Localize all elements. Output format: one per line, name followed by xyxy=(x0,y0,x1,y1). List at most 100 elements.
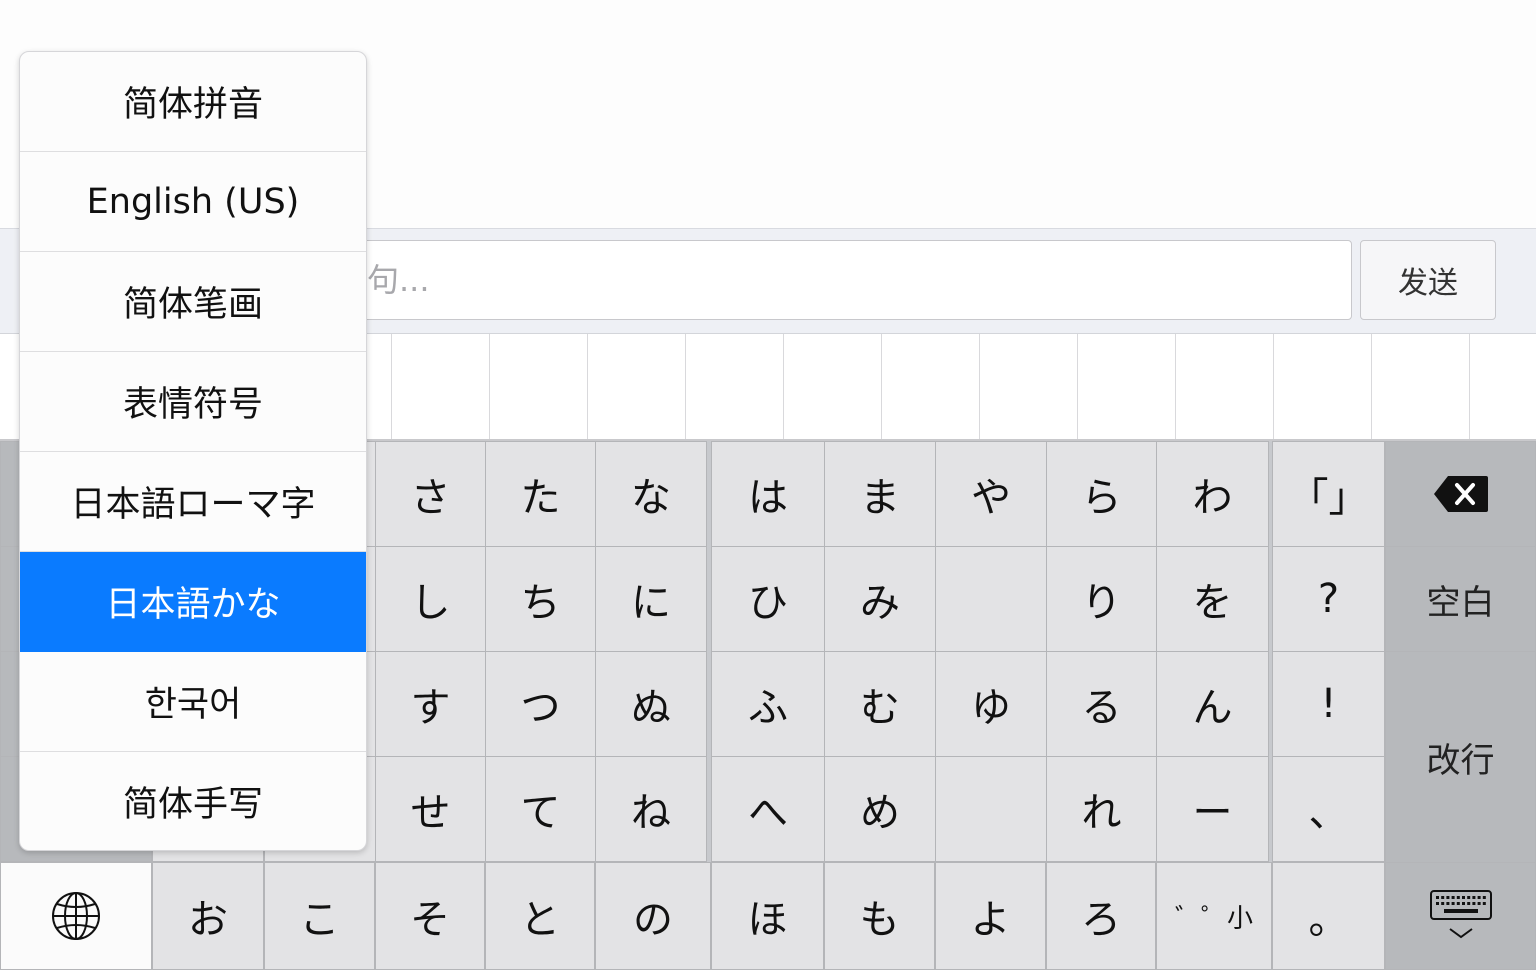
kana-key[interactable]: さ xyxy=(375,441,486,547)
kana-key[interactable]: に xyxy=(595,546,707,652)
key-label: さ xyxy=(410,475,451,521)
kana-key[interactable]: む xyxy=(824,651,936,757)
candidate-slot[interactable] xyxy=(686,334,784,439)
kana-key[interactable]: ほ xyxy=(711,862,824,970)
kana-key[interactable]: ん xyxy=(1156,651,1269,757)
kana-key[interactable]: 。 xyxy=(1272,862,1385,970)
key-label: に xyxy=(631,580,671,626)
kana-key[interactable]: ち xyxy=(485,546,596,652)
kana-key[interactable]: ゛゜小 xyxy=(1156,862,1272,970)
language-option[interactable]: 简体笔画 xyxy=(20,252,366,352)
kana-key[interactable]: よ xyxy=(935,862,1046,970)
candidate-slot[interactable] xyxy=(1274,334,1372,439)
input-placeholder: 句... xyxy=(367,261,430,299)
candidate-slot[interactable] xyxy=(392,334,490,439)
hide-keyboard-key[interactable] xyxy=(1385,862,1536,970)
kana-key[interactable]: み xyxy=(824,546,936,652)
kana-key[interactable]: な xyxy=(595,441,707,547)
send-button[interactable]: 发送 xyxy=(1360,240,1496,320)
kana-key[interactable]: ひ xyxy=(711,546,825,652)
key-label: り xyxy=(1081,580,1122,626)
kana-key[interactable]: て xyxy=(485,756,596,862)
candidate-slot[interactable] xyxy=(882,334,980,439)
globe-icon xyxy=(52,892,100,940)
kana-key[interactable]: そ xyxy=(375,862,485,970)
key-label: て xyxy=(520,790,561,836)
language-option[interactable]: 简体手写 xyxy=(20,752,366,850)
kana-key[interactable]: め xyxy=(824,756,936,862)
kana-key[interactable]: ら xyxy=(1046,441,1157,547)
kana-key[interactable]: お xyxy=(152,862,264,970)
candidate-slot[interactable] xyxy=(980,334,1078,439)
space-key[interactable]: 空白 xyxy=(1385,546,1536,652)
key-label: ゛゜小 xyxy=(1174,903,1253,934)
empty-key[interactable] xyxy=(935,546,1047,652)
key-label: ひ xyxy=(748,580,788,626)
kana-key[interactable]: や xyxy=(935,441,1047,547)
kana-key[interactable]: り xyxy=(1046,546,1157,652)
candidate-slot[interactable] xyxy=(784,334,882,439)
kana-key[interactable]: ー xyxy=(1156,756,1269,862)
candidate-slot[interactable] xyxy=(1176,334,1274,439)
kana-key[interactable]: ま xyxy=(824,441,936,547)
kana-key[interactable]: ふ xyxy=(711,651,825,757)
key-label: ら xyxy=(1081,475,1122,521)
kana-key[interactable]: ! xyxy=(1272,651,1385,757)
key-label: つ xyxy=(520,685,561,731)
candidate-slot[interactable] xyxy=(588,334,686,439)
backspace-icon xyxy=(1433,476,1488,512)
key-label: 。 xyxy=(1308,897,1349,943)
key-label: そ xyxy=(410,897,450,943)
return-key[interactable]: 改行 xyxy=(1385,651,1536,863)
kana-key[interactable]: た xyxy=(485,441,596,547)
key-label: へ xyxy=(748,790,788,836)
kana-key[interactable]: ろ xyxy=(1046,862,1156,970)
key-label: は xyxy=(748,475,788,521)
kana-key[interactable]: 「」 xyxy=(1272,441,1385,547)
key-label: の xyxy=(633,897,673,943)
kana-key[interactable]: る xyxy=(1046,651,1157,757)
empty-key[interactable] xyxy=(935,756,1047,862)
key-label: す xyxy=(410,685,451,731)
key-label: と xyxy=(520,897,560,943)
kana-key[interactable]: せ xyxy=(375,756,486,862)
key-label: ち xyxy=(520,580,561,626)
kana-key[interactable]: ゆ xyxy=(935,651,1047,757)
kana-key[interactable]: す xyxy=(375,651,486,757)
kana-key[interactable]: を xyxy=(1156,546,1269,652)
kana-key[interactable]: つ xyxy=(485,651,596,757)
key-label: せ xyxy=(410,790,451,836)
kana-key[interactable]: へ xyxy=(711,756,825,862)
key-label: む xyxy=(860,685,900,731)
candidate-slot[interactable] xyxy=(1078,334,1176,439)
kana-key[interactable]: と xyxy=(485,862,595,970)
kana-key[interactable]: こ xyxy=(264,862,375,970)
kana-key[interactable]: ? xyxy=(1272,546,1385,652)
kana-key[interactable]: ぬ xyxy=(595,651,707,757)
language-option[interactable]: 简体拼音 xyxy=(20,52,366,152)
key-label: わ xyxy=(1192,475,1233,521)
kana-key[interactable]: も xyxy=(824,862,935,970)
language-option[interactable]: English (US) xyxy=(20,152,366,252)
kana-key[interactable]: わ xyxy=(1156,441,1269,547)
key-label: し xyxy=(410,580,451,626)
candidate-slot[interactable] xyxy=(490,334,588,439)
language-option[interactable]: 한국어 xyxy=(20,652,366,752)
kana-key[interactable]: は xyxy=(711,441,825,547)
kana-key[interactable]: し xyxy=(375,546,486,652)
key-label: や xyxy=(971,475,1011,521)
language-option[interactable]: 日本語ローマ字 xyxy=(20,452,366,552)
globe-key[interactable] xyxy=(0,862,152,970)
key-label: こ xyxy=(299,897,340,943)
key-label: ぬ xyxy=(631,685,671,731)
kana-key[interactable]: 、 xyxy=(1272,756,1385,862)
kana-key[interactable]: ね xyxy=(595,756,707,862)
language-option[interactable]: 表情符号 xyxy=(20,352,366,452)
kana-key[interactable]: れ xyxy=(1046,756,1157,862)
key-label: ま xyxy=(860,475,900,521)
key-label: れ xyxy=(1081,790,1122,836)
kana-key[interactable]: の xyxy=(595,862,711,970)
language-option[interactable]: 日本語かな xyxy=(20,552,366,652)
delete-key[interactable] xyxy=(1385,441,1536,547)
candidate-slot[interactable] xyxy=(1372,334,1470,439)
